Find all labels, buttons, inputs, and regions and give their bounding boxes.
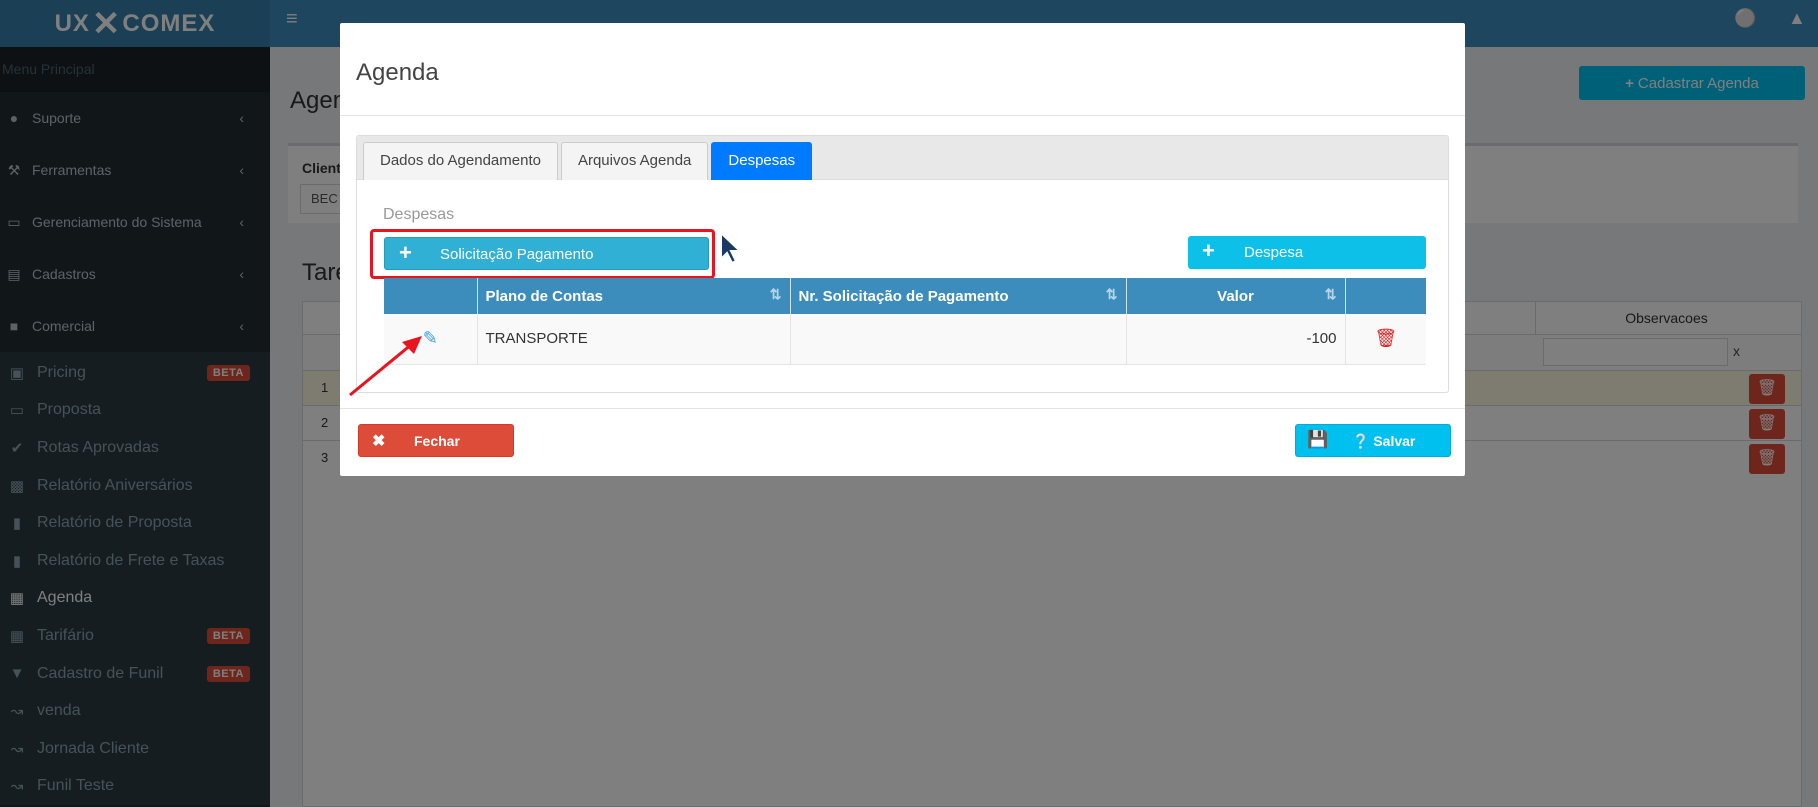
column-header-label: Nr. Solicitação de Pagamento — [798, 287, 1009, 305]
trash-icon[interactable]: 🗑 — [1374, 328, 1397, 348]
column-header-label: Valor — [1217, 287, 1254, 305]
column-header-nr-solicitacao[interactable]: Nr. Solicitação de Pagamento ⇅ — [790, 278, 1127, 314]
agenda-modal: Agenda Dados do Agendamento Arquivos Age… — [340, 23, 1465, 476]
sort-icon[interactable]: ⇅ — [1325, 286, 1337, 303]
column-header-label: Plano de Contas — [485, 287, 604, 305]
despesas-table: Plano de Contas ⇅ Nr. Solicitação de Pag… — [384, 278, 1426, 365]
modal-title: Agenda — [356, 59, 439, 86]
fechar-button[interactable]: ✖ Fechar — [358, 424, 514, 457]
despesa-label: Despesa — [1244, 244, 1304, 261]
mouse-cursor-icon — [720, 231, 743, 265]
column-header-valor[interactable]: Valor ⇅ — [1126, 278, 1346, 314]
modal-footer: ✖ Fechar 💾 ❔ Salvar — [340, 408, 1465, 476]
question-circle-icon: ❔ — [1352, 433, 1370, 449]
tab-bar: Dados do Agendamento Arquivos Agenda Des… — [357, 136, 1448, 180]
plus-icon: + — [1202, 238, 1215, 263]
tab-arquivos-agenda[interactable]: Arquivos Agenda — [560, 142, 709, 180]
salvar-label-wrap: ❔ Salvar — [1352, 433, 1415, 450]
tab-dados-agendamento[interactable]: Dados do Agendamento — [363, 142, 558, 180]
annotation-arrow-icon — [349, 336, 422, 397]
add-despesa-button[interactable]: + Despesa — [1188, 236, 1426, 269]
column-header-delete — [1345, 278, 1426, 314]
salvar-button[interactable]: 💾 ❔ Salvar — [1295, 424, 1451, 457]
valor-cell: -100 — [1126, 314, 1346, 365]
modal-header: Agenda — [340, 23, 1465, 116]
save-icon: 💾 — [1307, 430, 1329, 449]
sort-icon[interactable]: ⇅ — [1106, 286, 1118, 303]
delete-cell: 🗑 — [1345, 314, 1426, 365]
nr-solicitacao-cell — [790, 314, 1127, 365]
salvar-label: Salvar — [1373, 433, 1416, 449]
plano-contas-cell: TRANSPORTE — [477, 314, 791, 365]
column-header-actions — [384, 278, 478, 314]
solicitacao-pagamento-button[interactable]: + Solicitação Pagamento — [384, 237, 709, 270]
table-header-row: Plano de Contas ⇅ Nr. Solicitação de Pag… — [384, 278, 1426, 314]
close-icon: ✖ — [372, 433, 386, 450]
section-title: Despesas — [383, 206, 455, 223]
table-row: ✎ TRANSPORTE -100 🗑 — [384, 314, 1426, 365]
solicitacao-pagamento-label: Solicitação Pagamento — [440, 246, 594, 263]
tab-despesas[interactable]: Despesas — [711, 142, 813, 180]
column-header-plano-contas[interactable]: Plano de Contas ⇅ — [477, 278, 791, 314]
fechar-label: Fechar — [414, 433, 460, 449]
sort-icon[interactable]: ⇅ — [770, 286, 782, 303]
plus-icon: + — [399, 240, 412, 265]
tabs-container: Dados do Agendamento Arquivos Agenda Des… — [356, 135, 1449, 393]
